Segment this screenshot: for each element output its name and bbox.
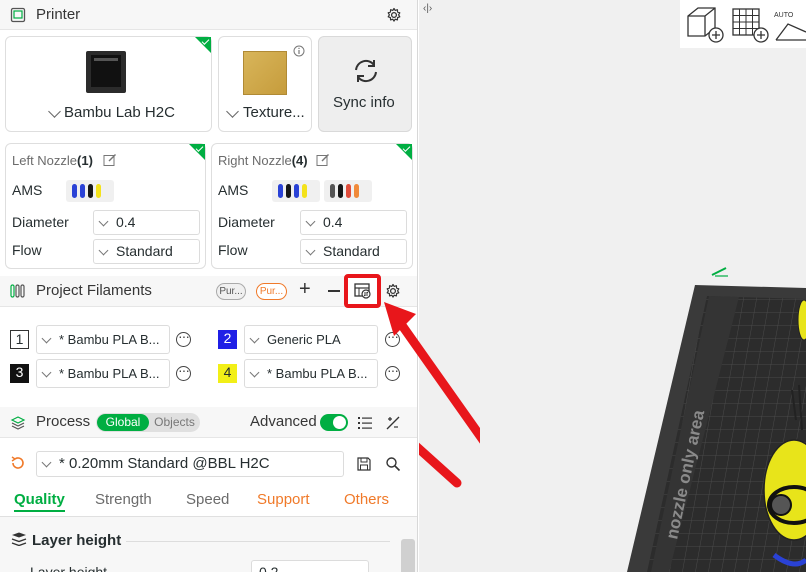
left-nozzle-edit-icon[interactable] (103, 153, 117, 167)
add-cube-icon[interactable] (685, 4, 725, 44)
right-flow-select[interactable]: Standard (300, 239, 407, 264)
section-divider (126, 541, 390, 542)
right-flow-label: Flow (218, 242, 248, 258)
right-ams-unit-1[interactable] (272, 180, 320, 202)
process-section-title: Process (36, 413, 91, 430)
toggle-objects[interactable]: Objects (151, 414, 198, 431)
chevron-down-icon (98, 216, 109, 227)
filament-more-options-icon[interactable] (176, 328, 191, 347)
left-diameter-select[interactable]: 0.4 (93, 210, 200, 235)
left-flow-select[interactable]: Standard (93, 239, 200, 264)
printer-name: Bambu Lab H2C (64, 104, 175, 121)
sync-icon (355, 59, 377, 83)
process-preset-select[interactable]: * 0.20mm Standard @BBL H2C (36, 451, 344, 477)
annotation-arrowhead (384, 302, 480, 444)
tab-speed[interactable]: Speed (186, 491, 229, 508)
filament-icon (10, 284, 25, 298)
printer-settings-gear-icon[interactable] (386, 7, 402, 23)
left-nozzle-title: Left Nozzle(1) (12, 153, 93, 168)
plate-dropdown-chevron-down-icon (226, 105, 239, 118)
auto-orient-button[interactable]: AUTO (774, 4, 806, 44)
tab-strength[interactable]: Strength (95, 491, 152, 508)
right-nozzle-title: Right Nozzle(4) (218, 153, 308, 168)
chevron-down-icon (41, 457, 52, 468)
printer-section-title: Printer (36, 6, 81, 23)
view-toolbar: AUTO (680, 0, 806, 48)
remove-filament-icon[interactable] (328, 290, 340, 292)
left-sidebar: Printer Bambu Lab H2C Texture... Sync in… (0, 0, 418, 572)
chevron-down-icon (41, 367, 52, 378)
tab-support[interactable]: Support (257, 491, 310, 508)
sync-info-button[interactable]: Sync info (318, 36, 412, 132)
chevron-down-icon (305, 216, 316, 227)
left-diameter-label: Diameter (12, 214, 69, 230)
layer-height-label: Layer height (30, 564, 108, 572)
auto-orient-icon (775, 23, 806, 41)
layer-height-input[interactable]: 0.2 (251, 560, 369, 572)
right-nozzle-check-icon (396, 144, 412, 160)
left-ams-unit[interactable] (66, 180, 114, 202)
printer-selected-check-icon (195, 37, 211, 53)
advanced-label: Advanced (250, 413, 317, 430)
filament-select-2[interactable]: Generic PLA (244, 325, 378, 354)
plate-name: Texture... (243, 104, 305, 121)
chevron-down-icon (305, 245, 316, 256)
layer-height-section-title: Layer height (32, 532, 122, 549)
filaments-section-header: Project Filaments Pur... Pur... + (0, 274, 417, 308)
printer-card[interactable]: Bambu Lab H2C (5, 36, 212, 132)
sync-info-label: Sync info (333, 94, 395, 111)
tab-quality[interactable]: Quality (14, 491, 65, 512)
printer-icon (10, 7, 26, 23)
textured-plate-image (243, 51, 287, 95)
right-diameter-select[interactable]: 0.4 (300, 210, 407, 235)
printer-section-header: Printer (0, 0, 417, 30)
chevron-down-icon (98, 245, 109, 256)
chevron-down-icon (249, 367, 260, 378)
printer-dropdown-chevron-down-icon (48, 105, 61, 118)
right-nozzle-edit-icon[interactable] (316, 153, 330, 167)
settings-scrollbar[interactable] (401, 539, 415, 572)
global-objects-toggle[interactable]: Global Objects (96, 413, 200, 432)
right-nozzle-card: Right Nozzle(4) AMS Diameter 0.4 Flow St… (211, 143, 413, 269)
toggle-global[interactable]: Global (97, 414, 149, 431)
chevron-down-icon (249, 333, 260, 344)
right-ams-label: AMS (218, 182, 249, 198)
filament-more-options-icon[interactable] (176, 362, 191, 381)
layers-icon (10, 416, 26, 430)
purge-pill-2[interactable]: Pur... (256, 283, 287, 300)
filaments-section-title: Project Filaments (36, 282, 152, 299)
layer-height-section-icon (11, 532, 27, 546)
reset-icon[interactable] (10, 455, 26, 471)
printer-image (86, 51, 126, 93)
right-ams-unit-2[interactable] (324, 180, 372, 202)
advanced-switch[interactable] (320, 414, 348, 431)
settings-area: Layer height Layer height 0.2 (0, 516, 417, 572)
left-nozzle-card: Left Nozzle(1) AMS Diameter 0.4 Flow Sta… (5, 143, 206, 269)
info-icon[interactable] (293, 45, 305, 57)
filament-number-1[interactable]: 1 (10, 330, 29, 349)
filament-number-2[interactable]: 2 (218, 330, 237, 349)
right-diameter-label: Diameter (218, 214, 275, 230)
filament-number-4[interactable]: 4 (218, 364, 237, 383)
filament-number-3[interactable]: 3 (10, 364, 29, 383)
filament-select-3[interactable]: * Bambu PLA B... (36, 359, 170, 388)
process-section-header: Process Global Objects Advanced (0, 407, 417, 438)
filament-select-4[interactable]: * Bambu PLA B... (244, 359, 378, 388)
add-plate-grid-icon[interactable] (730, 4, 770, 44)
auto-label: AUTO (774, 12, 794, 19)
left-ams-label: AMS (12, 182, 43, 198)
filament-select-1[interactable]: * Bambu PLA B... (36, 325, 170, 354)
chevron-down-icon (41, 333, 52, 344)
add-filament-icon[interactable]: + (299, 278, 311, 301)
plate-card[interactable]: Texture... (218, 36, 312, 132)
left-flow-label: Flow (12, 242, 42, 258)
left-nozzle-check-icon (189, 144, 205, 160)
purge-pill-1[interactable]: Pur... (216, 283, 246, 300)
